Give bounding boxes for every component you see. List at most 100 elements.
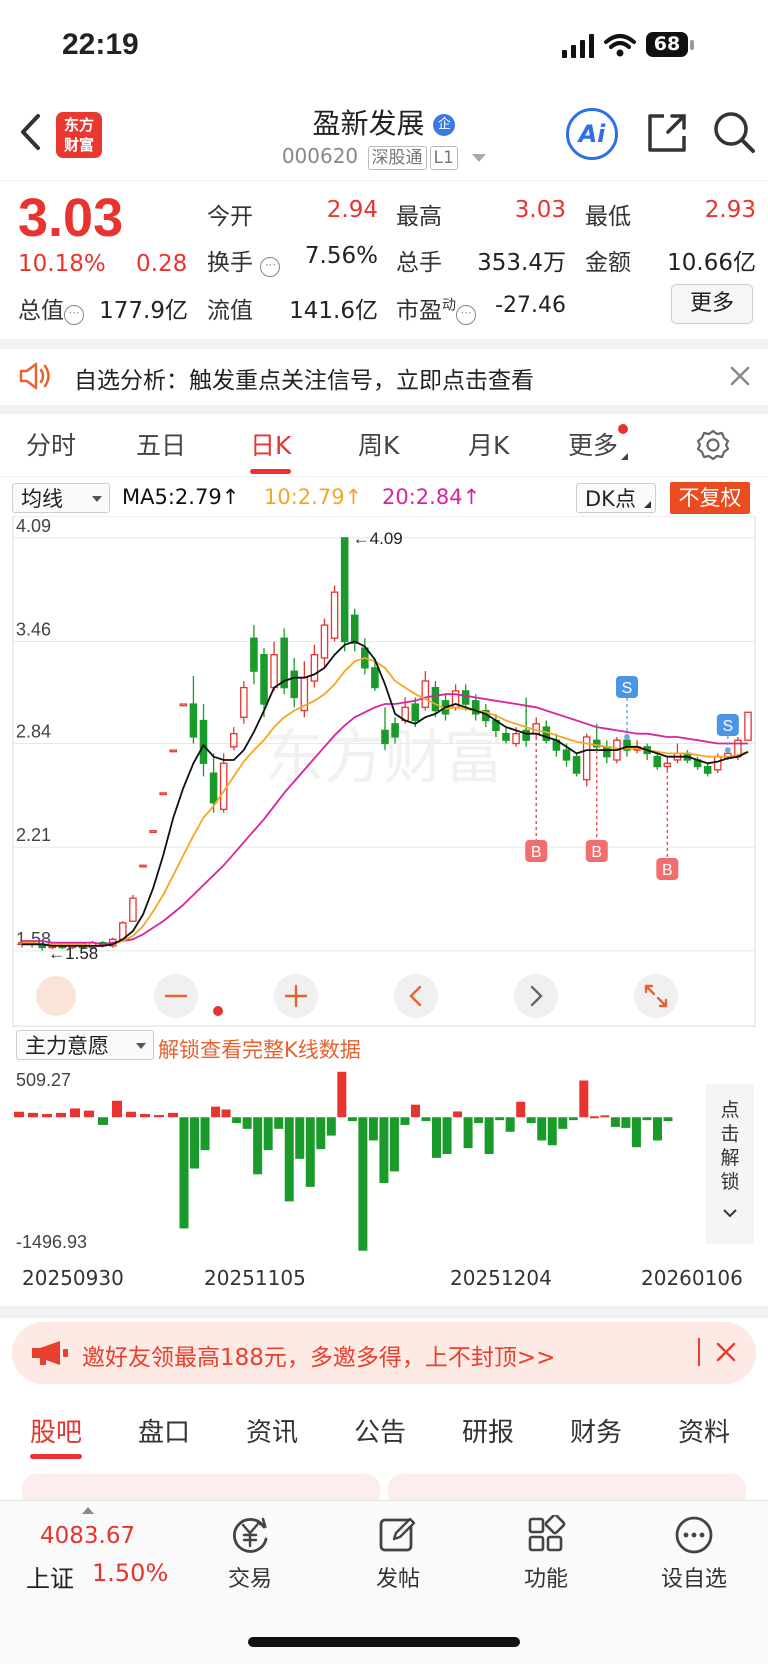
candle-body — [159, 792, 167, 796]
chart-control-plus-button[interactable] — [274, 974, 318, 1018]
tab-profile[interactable]: 资料 — [678, 1412, 730, 1449]
unlock-side-button[interactable]: 点击解锁 — [706, 1084, 754, 1244]
indicator-bar — [98, 1117, 108, 1125]
tab-announcements[interactable]: 公告 — [354, 1412, 406, 1449]
chart-control-left-button[interactable] — [394, 974, 438, 1018]
search-icon[interactable] — [712, 110, 756, 154]
change-amount: 0.28 — [136, 251, 188, 277]
indicator-bar — [368, 1117, 378, 1141]
index-value[interactable]: 4083.67 — [40, 1523, 135, 1549]
invite-banner[interactable]: 邀好友领最高188元，多邀多得，上不封顶>> — [12, 1322, 756, 1384]
notice-banner[interactable]: 自选分析：触发重点关注信号，立即点击查看 — [0, 349, 768, 405]
forum-card-preview[interactable] — [388, 1474, 746, 1500]
candlestick-chart[interactable]: 4.093.462.842.211.58东方财富←4.09←1.58SSB BB — [0, 516, 768, 1028]
quote-panel: 3.03 10.18% 0.28 今开 2.94 最高 3.03 最低 2.93… — [0, 181, 768, 341]
market-cap-label[interactable]: 总值 ⋯ — [18, 291, 84, 325]
chart-control-expand-button[interactable] — [634, 974, 678, 1018]
settings-icon[interactable] — [696, 428, 730, 462]
indicator-selector[interactable]: 主力意愿 — [16, 1030, 154, 1060]
functions-button[interactable]: 功能 — [486, 1515, 606, 1593]
indicator-bar — [284, 1117, 294, 1202]
indicator-dot — [213, 1006, 223, 1016]
indicator-bar — [242, 1117, 252, 1129]
indicator-bar — [200, 1117, 210, 1151]
battery-tip — [690, 40, 694, 50]
candle-body — [381, 729, 389, 745]
candle-body — [219, 762, 228, 810]
post-button[interactable]: 发帖 — [338, 1515, 458, 1593]
trade-button[interactable]: 交易 — [190, 1515, 310, 1593]
candle-body — [562, 749, 571, 761]
open-value: 2.94 — [326, 197, 378, 223]
indicator-bar — [495, 1117, 505, 1121]
enterprise-badge-text: 企 — [437, 117, 451, 132]
bottom-toolbar: 4083.67 上证 1.50% 交易 发帖 功能 设自选 — [0, 1500, 768, 1664]
tab-five-day[interactable]: 五日 — [136, 426, 186, 462]
ma-selector[interactable]: 均线 — [12, 483, 110, 513]
indicator-bar — [579, 1080, 589, 1118]
tab-daily-k[interactable]: 日K — [250, 426, 292, 474]
tab-forum[interactable]: 股吧 — [30, 1412, 83, 1459]
indicator-chart[interactable]: 509.27 -1496.93 点击解锁 — [0, 1062, 768, 1272]
indicator-bar — [112, 1100, 122, 1118]
indicator-bar — [190, 1117, 200, 1169]
high-value: 3.03 — [514, 197, 566, 223]
tab-monthly-k[interactable]: 月K — [468, 426, 509, 462]
adjust-button[interactable]: 不复权 — [670, 482, 750, 514]
high-label: 最高 — [396, 204, 442, 230]
tab-financials[interactable]: 财务 — [570, 1412, 622, 1449]
home-indicator[interactable] — [248, 1637, 520, 1647]
indicator-bar — [168, 1112, 178, 1118]
content-tabs: 股吧 盘口 资讯 公告 研报 财务 资料 — [0, 1398, 768, 1462]
dropdown-icon — [92, 496, 102, 502]
ma-selector-label: 均线 — [21, 487, 63, 511]
index-name[interactable]: 上证 — [26, 1559, 74, 1594]
expand-arrow-icon[interactable] — [82, 1507, 94, 1514]
dk-selector[interactable]: DK点 — [576, 483, 656, 513]
indicator-bar — [621, 1117, 631, 1128]
candle-body — [229, 733, 238, 748]
stock-name: 盈新发展 — [312, 107, 425, 140]
unlock-side-char: 解 — [720, 1147, 739, 1169]
indicator-bar — [516, 1101, 526, 1118]
candle-body — [744, 711, 752, 741]
tab-weekly-k[interactable]: 周K — [358, 426, 399, 462]
chart-control-minus-button[interactable] — [154, 974, 198, 1018]
y-tick-label: 3.46 — [16, 620, 51, 640]
indicator-bar — [631, 1117, 641, 1148]
ai-button[interactable]: Ai — [566, 108, 618, 160]
tab-news[interactable]: 资讯 — [246, 1412, 298, 1449]
indicator-bar — [547, 1117, 557, 1146]
status-time: 22:19 — [62, 28, 139, 61]
indicator-bar — [474, 1117, 484, 1124]
index-change[interactable]: 1.50% — [92, 1559, 168, 1587]
more-button[interactable]: 更多 — [671, 284, 753, 324]
close-icon[interactable] — [716, 1342, 736, 1362]
candle-body — [572, 756, 581, 774]
tab-more[interactable]: 更多 — [568, 424, 629, 462]
sell-marker-label: S — [722, 718, 733, 735]
candle-body — [149, 830, 157, 833]
trade-icon — [233, 1517, 268, 1553]
pe-label-text: 市盈 — [396, 298, 442, 324]
forum-card-preview[interactable] — [22, 1474, 380, 1500]
tab-intraday[interactable]: 分时 — [26, 426, 76, 462]
pe-sup: 动 — [442, 297, 456, 314]
tab-research[interactable]: 研报 — [462, 1412, 514, 1449]
candle-body — [260, 654, 268, 705]
turnover-label[interactable]: 换手 ⋯ — [207, 243, 281, 277]
amount-label: 金额 — [585, 250, 631, 276]
add-watchlist-button[interactable]: 设自选 — [634, 1515, 754, 1593]
share-icon[interactable] — [646, 112, 688, 154]
control-bg — [634, 974, 678, 1018]
unlock-link[interactable]: 解锁查看完整K线数据 — [158, 1034, 361, 1064]
chart-control-right-button[interactable] — [514, 974, 558, 1018]
amount-value: 10.66亿 — [667, 250, 756, 276]
indicator-bar — [221, 1109, 231, 1118]
buy-marker-label: B — [591, 844, 602, 861]
tab-orderbook[interactable]: 盘口 — [138, 1412, 190, 1449]
indicator-bar — [642, 1117, 652, 1121]
pe-label[interactable]: 市盈动 ⋯ — [396, 291, 476, 325]
close-icon[interactable] — [729, 365, 751, 387]
indicator-bar: 主力意愿 解锁查看完整K线数据 — [0, 1030, 768, 1066]
